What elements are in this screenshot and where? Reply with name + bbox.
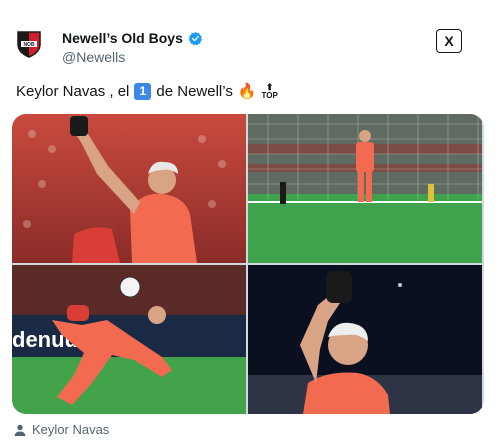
svg-text:NOB: NOB <box>23 42 35 48</box>
handle[interactable]: @Newells <box>62 49 203 65</box>
top-arrow-icon: ⬆ TOP <box>261 82 278 100</box>
goalkeeper-on-goal-line-photo[interactable] <box>248 114 482 263</box>
display-name[interactable]: Newell’s Old Boys <box>62 30 183 46</box>
media-grid: denuumate <box>12 114 484 414</box>
caption-text[interactable]: Keylor Navas <box>32 422 109 437</box>
tweet-text-before: Keylor Navas , el <box>16 82 130 100</box>
number-one-badge: 1 <box>134 82 152 100</box>
verified-badge-icon <box>188 31 202 45</box>
x-logo-icon[interactable]: X <box>436 29 462 53</box>
tweet-text: Keylor Navas , el 1 de Newell’s 🔥 ⬆ TOP <box>16 82 278 100</box>
nob-crest-icon[interactable]: NOB <box>16 30 42 58</box>
tweet-text-after: de Newell’s <box>156 82 233 100</box>
goalkeeper-diving-save-photo[interactable]: denuumate <box>12 265 246 414</box>
goalkeeper-night-portrait-photo[interactable] <box>248 265 482 414</box>
person-icon <box>14 424 26 436</box>
account-info: Newell’s Old Boys @Newells <box>62 30 203 65</box>
top-label: TOP <box>261 90 278 100</box>
goalkeeper-celebration-photo[interactable] <box>12 114 246 263</box>
fire-icon: 🔥 <box>237 83 257 100</box>
tweet-header: NOB Newell’s Old Boys @Newells X <box>16 26 484 68</box>
media-caption: Keylor Navas <box>14 422 109 437</box>
x-logo-label: X <box>444 33 454 49</box>
